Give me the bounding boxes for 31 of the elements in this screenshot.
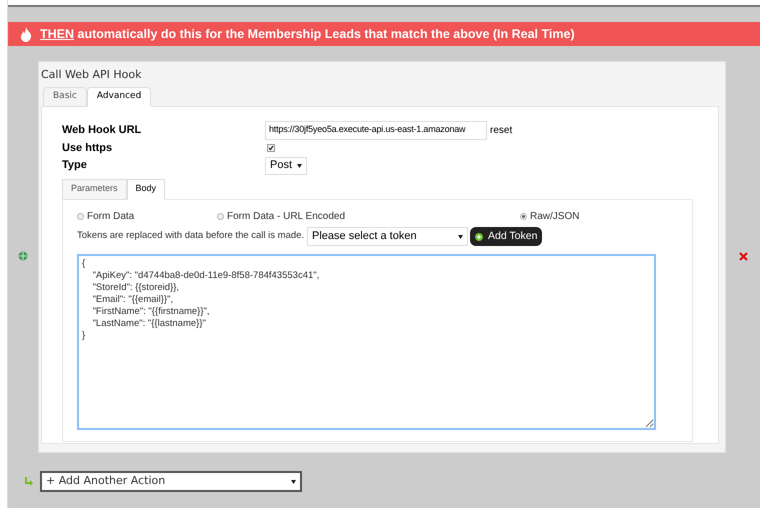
banner-text: THEN automatically do this for the Membership Leads that match the above (In Real Time): [40, 26, 575, 43]
caret-icon: [297, 164, 302, 168]
plus-icon: [475, 232, 483, 240]
radio-label: Form Data - URL Encoded: [227, 210, 346, 224]
body-field[interactable]: { "ApiKey": "d4744ba8-de0d-11e9-8f58-784f43553c41", "StoreId": {{storeid}}, "Email": "{{email}}", "FirstName": "{{firstname}}", "LastName": "{{lastname}}" }: [77, 254, 656, 430]
https-checkbox[interactable]: [267, 144, 275, 152]
url-label: Web Hook URL: [62, 122, 142, 138]
caret-icon: [458, 234, 463, 238]
tab[interactable]: Advanced: [86, 86, 152, 106]
reset-link[interactable]: reset: [490, 122, 512, 138]
add-token-button[interactable]: Add Token: [470, 227, 542, 246]
tokens-note: Tokens are replaced with data before the call is made.: [77, 229, 306, 244]
type-select[interactable]: Post: [265, 156, 308, 174]
add-action-select[interactable]: + Add Another Action: [40, 471, 302, 492]
tab[interactable]: Parameters: [62, 178, 127, 200]
delete-icon[interactable]: [738, 252, 748, 261]
https-label: Use https: [62, 140, 114, 156]
action-title: Call Web API Hook: [41, 67, 143, 83]
tab[interactable]: Basic: [43, 86, 87, 106]
radio-button[interactable]: [77, 213, 84, 220]
radio-label: Raw/JSON: [530, 210, 580, 224]
tab[interactable]: Body: [126, 178, 166, 200]
turn-arrow-icon: [24, 476, 34, 486]
radio-label: Form Data: [87, 210, 134, 224]
token-select[interactable]: Please select a token: [307, 227, 468, 246]
type-label: Type: [62, 158, 88, 174]
radio-button[interactable]: [217, 213, 224, 220]
url-field[interactable]: https://30jf5yeo5a.execute-api.us-east-1.amazonaw: [265, 120, 487, 140]
flame-icon: [20, 26, 32, 42]
caret-icon: [291, 480, 296, 484]
radio-button[interactable]: [520, 213, 527, 220]
